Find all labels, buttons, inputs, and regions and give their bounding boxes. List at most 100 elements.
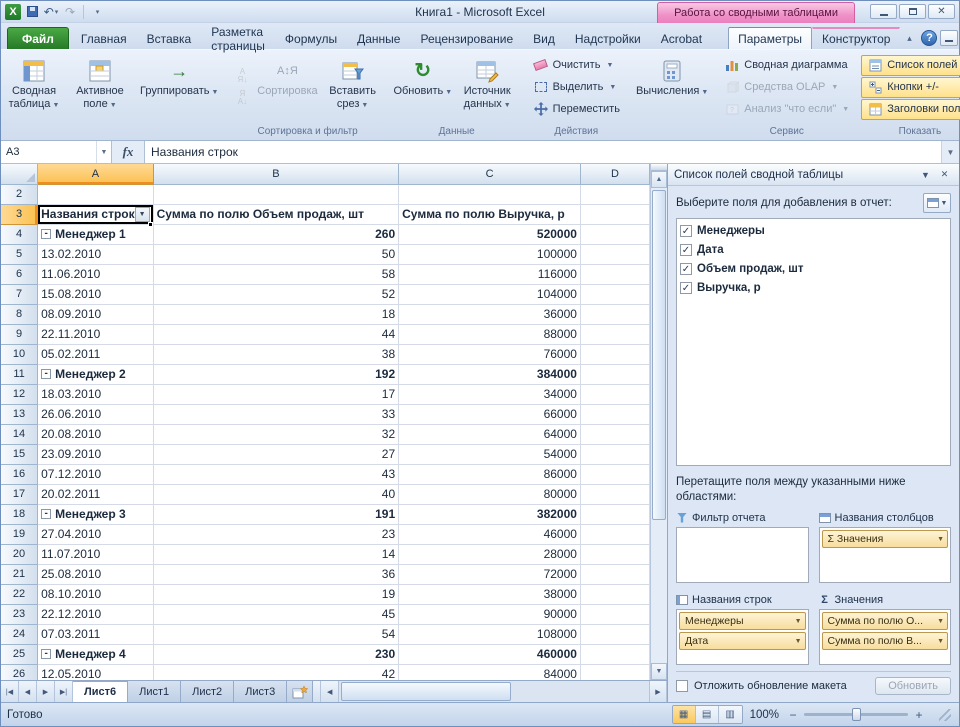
sheet-tab-0[interactable]: Лист6 <box>73 681 128 702</box>
area-field-row-labels-0[interactable]: Менеджеры▼ <box>679 612 806 630</box>
row-header-10[interactable]: 10 <box>1 344 38 364</box>
cell-D22[interactable] <box>580 584 649 604</box>
area-field-values-1[interactable]: Сумма по полю В...▼ <box>822 632 949 650</box>
ribbon-tab-3[interactable]: Формулы <box>275 27 347 49</box>
page-break-view-icon[interactable]: ▥ <box>719 706 742 723</box>
checkbox-icon[interactable]: ✓ <box>680 263 692 275</box>
sheet-tab-1[interactable]: Лист1 <box>128 681 181 702</box>
cell-D14[interactable] <box>580 424 649 444</box>
cell-D7[interactable] <box>580 284 649 304</box>
cell-D2[interactable] <box>580 184 649 204</box>
cell-A3[interactable]: Названия строк▼ <box>38 204 154 224</box>
row-header-6[interactable]: 6 <box>1 264 38 284</box>
cell-A21[interactable]: 25.08.2010 <box>38 564 154 584</box>
tab-file[interactable]: Файл <box>7 27 69 49</box>
cell-C24[interactable]: 108000 <box>399 624 581 644</box>
cell-A26[interactable]: 12.05.2010 <box>38 664 154 680</box>
row-header-26[interactable]: 26 <box>1 664 38 680</box>
cell-A6[interactable]: 11.06.2010 <box>38 264 154 284</box>
row-header-21[interactable]: 21 <box>1 564 38 584</box>
row-header-12[interactable]: 12 <box>1 384 38 404</box>
formula-bar-expand-icon[interactable]: ▼ <box>941 141 959 163</box>
undo-icon[interactable]: ↶▾ <box>43 4 59 20</box>
cell-A10[interactable]: 05.02.2011 <box>38 344 154 364</box>
ribbon-tab-1[interactable]: Вставка <box>137 27 202 49</box>
sheet-tab-3[interactable]: Лист3 <box>234 681 287 702</box>
cell-C13[interactable]: 66000 <box>399 404 581 424</box>
cell-B13[interactable]: 33 <box>153 404 399 424</box>
ribbon-tab-4[interactable]: Данные <box>347 27 410 49</box>
cell-A13[interactable]: 26.06.2010 <box>38 404 154 424</box>
cell-C11[interactable]: 384000 <box>399 364 581 384</box>
area-field-column-labels-0[interactable]: Σ Значения▼ <box>822 530 949 548</box>
last-sheet-icon[interactable]: ▶| <box>55 681 73 702</box>
cell-A15[interactable]: 23.09.2010 <box>38 444 154 464</box>
next-sheet-icon[interactable]: ▶ <box>37 681 55 702</box>
cell-D9[interactable] <box>580 324 649 344</box>
field-item-0[interactable]: ✓Менеджеры <box>680 221 947 240</box>
normal-view-icon[interactable]: ▦ <box>673 706 696 723</box>
refresh-button[interactable]: ↻ Обновить▼ <box>393 53 453 100</box>
cell-D16[interactable] <box>580 464 649 484</box>
cell-C18[interactable]: 382000 <box>399 504 581 524</box>
row-header-16[interactable]: 16 <box>1 464 38 484</box>
first-sheet-icon[interactable]: |◀ <box>1 681 19 702</box>
qat-customize-icon[interactable]: ▾ <box>89 4 105 20</box>
cell-A20[interactable]: 11.07.2010 <box>38 544 154 564</box>
name-box-dropdown-icon[interactable]: ▼ <box>97 141 112 163</box>
formula-input[interactable]: Названия строк <box>144 141 941 163</box>
cell-B25[interactable]: 230 <box>153 644 399 664</box>
active-field-button[interactable]: Активное поле▼ <box>70 53 130 113</box>
minimize-icon[interactable] <box>870 4 897 19</box>
ribbon-tab-8[interactable]: Acrobat <box>651 27 712 49</box>
scroll-up-icon[interactable]: ▲ <box>651 171 667 188</box>
cell-C7[interactable]: 104000 <box>399 284 581 304</box>
cell-D25[interactable] <box>580 644 649 664</box>
cell-A2[interactable] <box>38 184 154 204</box>
cell-D20[interactable] <box>580 544 649 564</box>
cell-A8[interactable]: 08.09.2010 <box>38 304 154 324</box>
horizontal-scroll-thumb[interactable] <box>341 682 511 701</box>
cell-B18[interactable]: 191 <box>153 504 399 524</box>
cell-B23[interactable]: 45 <box>153 604 399 624</box>
what-if-button[interactable]: ?Анализ "что если"▼ <box>718 99 855 120</box>
fill-handle[interactable] <box>148 222 153 227</box>
minimize-ribbon-icon[interactable]: ▴ <box>900 30 918 46</box>
row-header-18[interactable]: 18 <box>1 504 38 524</box>
ribbon-tab-2[interactable]: Разметка страницы <box>201 27 275 49</box>
prev-sheet-icon[interactable]: ◀ <box>19 681 37 702</box>
cell-B22[interactable]: 19 <box>153 584 399 604</box>
collapse-icon[interactable]: - <box>41 229 51 239</box>
cell-A22[interactable]: 08.10.2010 <box>38 584 154 604</box>
cell-B16[interactable]: 43 <box>153 464 399 484</box>
cell-A18[interactable]: -Менеджер 3 <box>38 504 154 524</box>
field-item-1[interactable]: ✓Дата <box>680 240 947 259</box>
cell-D6[interactable] <box>580 264 649 284</box>
cell-D24[interactable] <box>580 624 649 644</box>
column-header-B[interactable]: B <box>153 164 399 184</box>
cell-B2[interactable] <box>153 184 399 204</box>
row-header-17[interactable]: 17 <box>1 484 38 504</box>
ribbon-tab-7[interactable]: Надстройки <box>565 27 651 49</box>
cell-B12[interactable]: 17 <box>153 384 399 404</box>
close-icon[interactable]: ✕ <box>928 4 955 19</box>
ribbon-tab-5[interactable]: Рецензирование <box>410 27 523 49</box>
pane-views-button[interactable]: ▼ <box>923 193 951 213</box>
row-header-14[interactable]: 14 <box>1 424 38 444</box>
cell-B7[interactable]: 52 <box>153 284 399 304</box>
cell-B3[interactable]: Сумма по полю Объем продаж, шт <box>153 204 399 224</box>
cell-D26[interactable] <box>580 664 649 680</box>
cell-B6[interactable]: 58 <box>153 264 399 284</box>
insert-slicer-button[interactable]: Вставить срез▼ <box>318 53 386 113</box>
cell-C14[interactable]: 64000 <box>399 424 581 444</box>
row-header-20[interactable]: 20 <box>1 544 38 564</box>
cell-D18[interactable] <box>580 504 649 524</box>
column-header-A[interactable]: A <box>38 164 154 184</box>
pivot-chart-button[interactable]: Сводная диаграмма <box>718 55 855 76</box>
cell-B5[interactable]: 50 <box>153 244 399 264</box>
cell-B21[interactable]: 36 <box>153 564 399 584</box>
checkbox-icon[interactable]: ✓ <box>680 225 692 237</box>
cell-D12[interactable] <box>580 384 649 404</box>
save-icon[interactable] <box>24 4 40 20</box>
calculations-button[interactable]: Вычисления▼ <box>632 53 712 100</box>
